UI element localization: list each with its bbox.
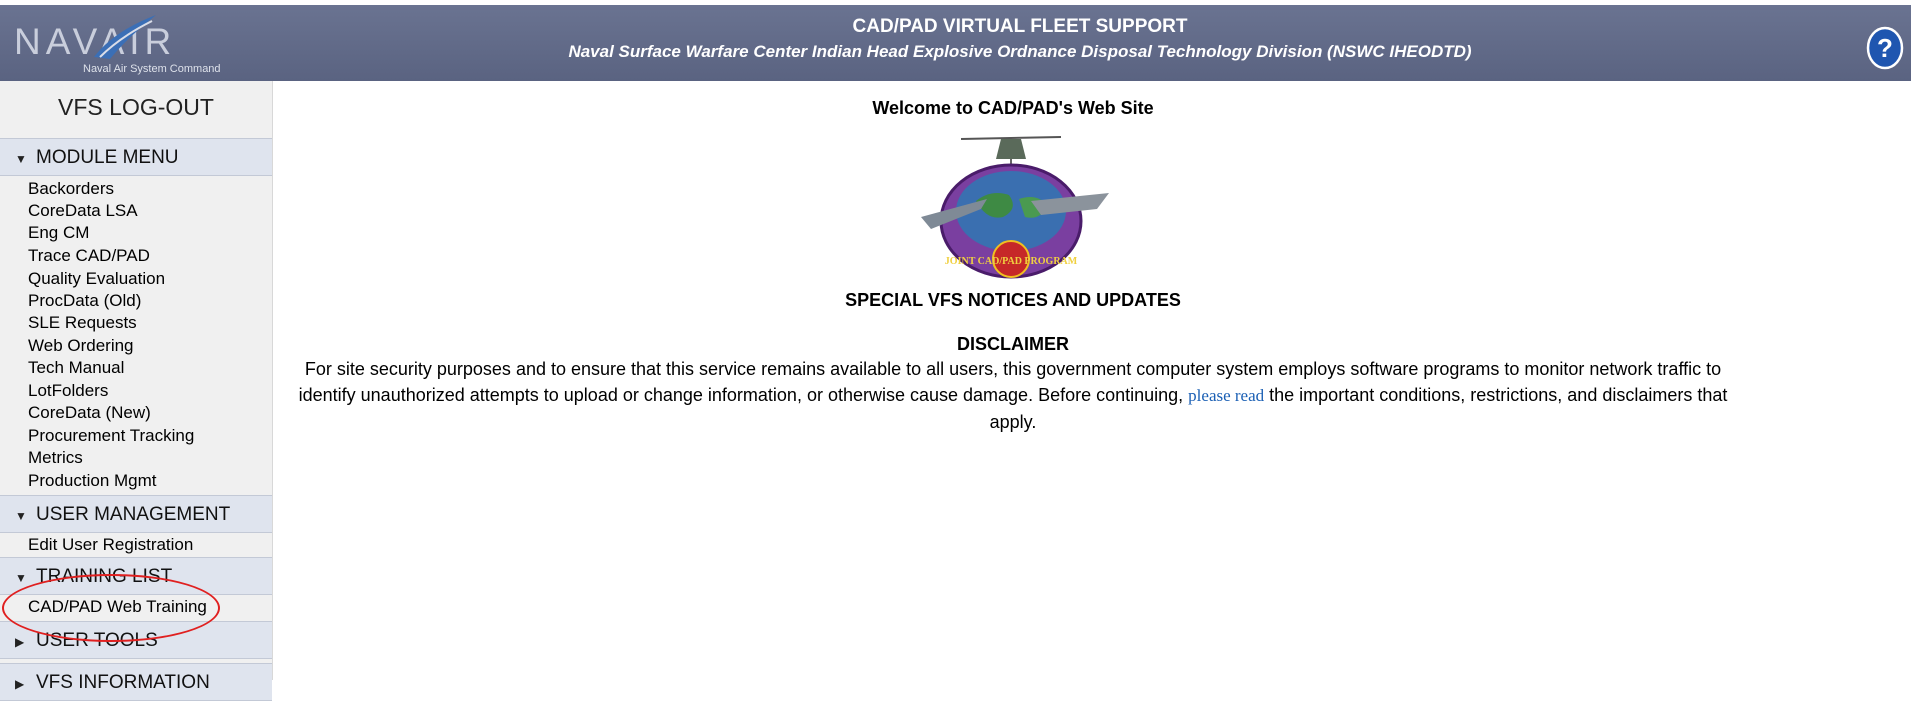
menu-item-production-mgmt[interactable]: Production Mgmt (28, 471, 157, 491)
main-content: Welcome to CAD/PAD's Web Site JOINT CAD/… (273, 81, 1911, 680)
triangle-down-icon: ▼ (15, 152, 27, 166)
section-vfs-information[interactable]: ▶ VFS INFORMATION (0, 663, 272, 701)
section-label: MODULE MENU (36, 147, 179, 168)
page-title: CAD/PAD VIRTUAL FLEET SUPPORT (852, 16, 1188, 37)
menu-item-backorders[interactable]: Backorders (28, 179, 114, 199)
menu-item-eng-cm[interactable]: Eng CM (28, 223, 89, 243)
svg-text:?: ? (1877, 33, 1893, 63)
menu-item-procurement-tracking[interactable]: Procurement Tracking (28, 426, 194, 446)
navair-logo[interactable]: NAVAIR Naval Air System Command (10, 11, 260, 77)
sidebar: VFS LOG-OUT ▼ MODULE MENU Backorders Cor… (0, 81, 273, 701)
logo-subtitle: Naval Air System Command (83, 63, 221, 75)
menu-item-procdata-old[interactable]: ProcData (Old) (28, 291, 141, 311)
triangle-down-icon: ▼ (15, 571, 27, 585)
site-header: NAVAIR Naval Air System Command CAD/PAD … (0, 5, 1911, 81)
menu-item-coredata-new[interactable]: CoreData (New) (28, 403, 151, 423)
menu-item-tech-manual[interactable]: Tech Manual (28, 358, 124, 378)
section-user-management[interactable]: ▼ USER MANAGEMENT (0, 495, 272, 533)
emblem-text: JOINT CAD/PAD PROGRAM (945, 256, 1078, 267)
swoosh-icon (94, 15, 156, 59)
disclaimer-title: DISCLAIMER (957, 334, 1069, 354)
triangle-down-icon: ▼ (15, 509, 27, 523)
menu-item-lotfolders[interactable]: LotFolders (28, 381, 108, 401)
please-read-link[interactable]: please read (1188, 386, 1264, 405)
section-module-menu[interactable]: ▼ MODULE MENU (0, 138, 272, 176)
menu-item-web-ordering[interactable]: Web Ordering (28, 336, 134, 356)
joint-cadpad-program-emblem: JOINT CAD/PAD PROGRAM (921, 136, 1109, 279)
menu-item-coredata-lsa[interactable]: CoreData LSA (28, 201, 138, 221)
annotation-circle (2, 574, 220, 642)
menu-item-quality-evaluation[interactable]: Quality Evaluation (28, 269, 165, 289)
menu-item-sle-requests[interactable]: SLE Requests (28, 313, 137, 333)
logout-link[interactable]: VFS LOG-OUT (0, 94, 272, 121)
section-label: VFS INFORMATION (36, 672, 210, 693)
triangle-right-icon: ▶ (15, 635, 25, 649)
menu-item-edit-user-registration[interactable]: Edit User Registration (28, 535, 193, 555)
notices-heading: SPECIAL VFS NOTICES AND UPDATES (845, 290, 1181, 310)
section-label: USER MANAGEMENT (36, 504, 231, 525)
triangle-right-icon: ▶ (15, 677, 25, 691)
welcome-heading: Welcome to CAD/PAD's Web Site (872, 98, 1154, 118)
menu-item-trace-cadpad[interactable]: Trace CAD/PAD (28, 246, 150, 266)
question-mark-icon[interactable]: ? (1866, 26, 1904, 70)
page-subtitle: Naval Surface Warfare Center Indian Head… (568, 42, 1472, 61)
disclaimer-body: For site security purposes and to ensure… (287, 356, 1739, 435)
menu-item-metrics[interactable]: Metrics (28, 448, 83, 468)
